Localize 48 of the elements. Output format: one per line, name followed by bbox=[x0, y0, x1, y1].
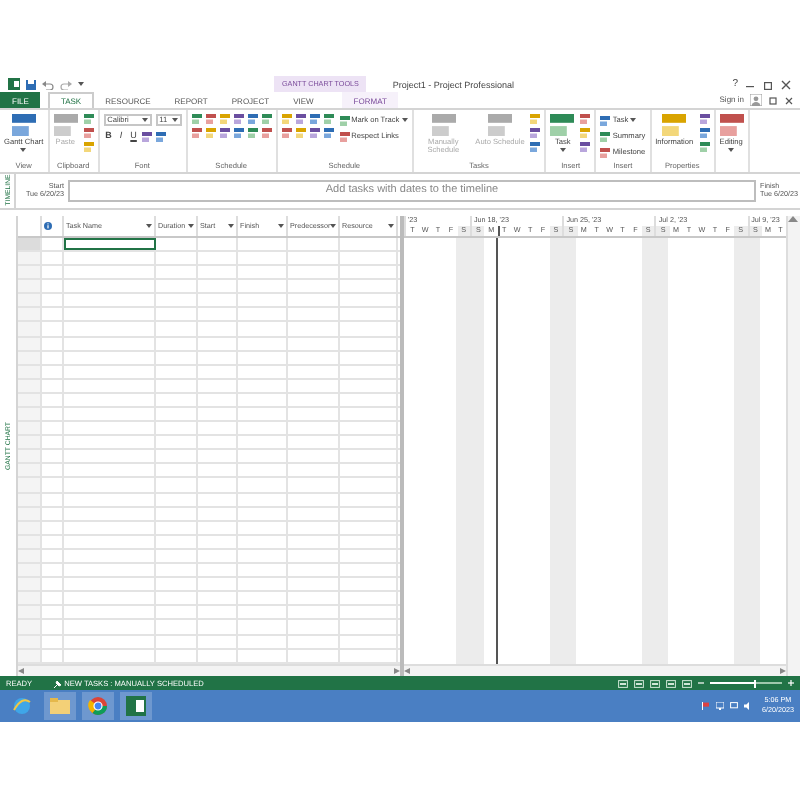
resource-sheet-icon[interactable] bbox=[666, 679, 676, 688]
caret-icon bbox=[171, 118, 178, 122]
left-arrow-icon[interactable] bbox=[404, 668, 410, 675]
project-app-icon[interactable] bbox=[126, 696, 146, 717]
info-icon bbox=[44, 221, 52, 230]
caret-icon bbox=[228, 223, 234, 228]
caret-icon bbox=[141, 118, 148, 122]
bars-icon[interactable] bbox=[550, 114, 575, 136]
table-scrollbar[interactable] bbox=[18, 664, 400, 677]
caret-icon bbox=[401, 118, 408, 122]
caret-icon bbox=[278, 223, 284, 228]
caret-icon bbox=[20, 148, 27, 153]
bars-icon[interactable] bbox=[719, 114, 744, 136]
caret-icon bbox=[330, 223, 337, 228]
monitor-icon[interactable] bbox=[730, 702, 738, 711]
caret-icon bbox=[630, 118, 637, 122]
pin-icon bbox=[54, 679, 63, 688]
caret-icon bbox=[388, 223, 394, 228]
browser-icon[interactable] bbox=[12, 696, 32, 717]
colored-circle-icon[interactable] bbox=[88, 696, 108, 717]
active-cell[interactable] bbox=[64, 237, 156, 250]
caret-icon bbox=[78, 82, 84, 86]
right-arrow-icon[interactable] bbox=[780, 668, 786, 675]
redo-icon[interactable] bbox=[60, 79, 72, 89]
zoom-in-icon[interactable] bbox=[788, 680, 794, 687]
team-planner-icon[interactable] bbox=[650, 679, 660, 688]
speaker-icon[interactable] bbox=[744, 702, 752, 711]
caret-icon bbox=[728, 148, 735, 153]
user-avatar-icon[interactable] bbox=[750, 94, 762, 106]
close-icon[interactable] bbox=[784, 95, 794, 105]
bars-icon[interactable] bbox=[11, 114, 36, 136]
vertical-scrollbar[interactable] bbox=[786, 215, 800, 677]
up-arrow-icon[interactable] bbox=[788, 215, 798, 222]
project-logo-icon bbox=[8, 78, 20, 90]
chart-scrollbar[interactable] bbox=[404, 664, 786, 677]
caret-icon bbox=[146, 223, 152, 228]
left-arrow-icon[interactable] bbox=[18, 668, 24, 675]
undo-icon[interactable] bbox=[42, 79, 54, 89]
save-icon[interactable] bbox=[26, 79, 36, 89]
report-icon[interactable] bbox=[682, 679, 692, 688]
caret-icon bbox=[559, 148, 566, 153]
right-arrow-icon[interactable] bbox=[394, 668, 400, 675]
close-icon[interactable] bbox=[780, 79, 792, 89]
network-icon[interactable] bbox=[716, 702, 724, 711]
gantt-view-icon[interactable] bbox=[618, 679, 628, 688]
task-usage-icon[interactable] bbox=[634, 679, 644, 688]
caret-icon bbox=[188, 223, 194, 228]
flag-icon[interactable] bbox=[702, 702, 710, 711]
